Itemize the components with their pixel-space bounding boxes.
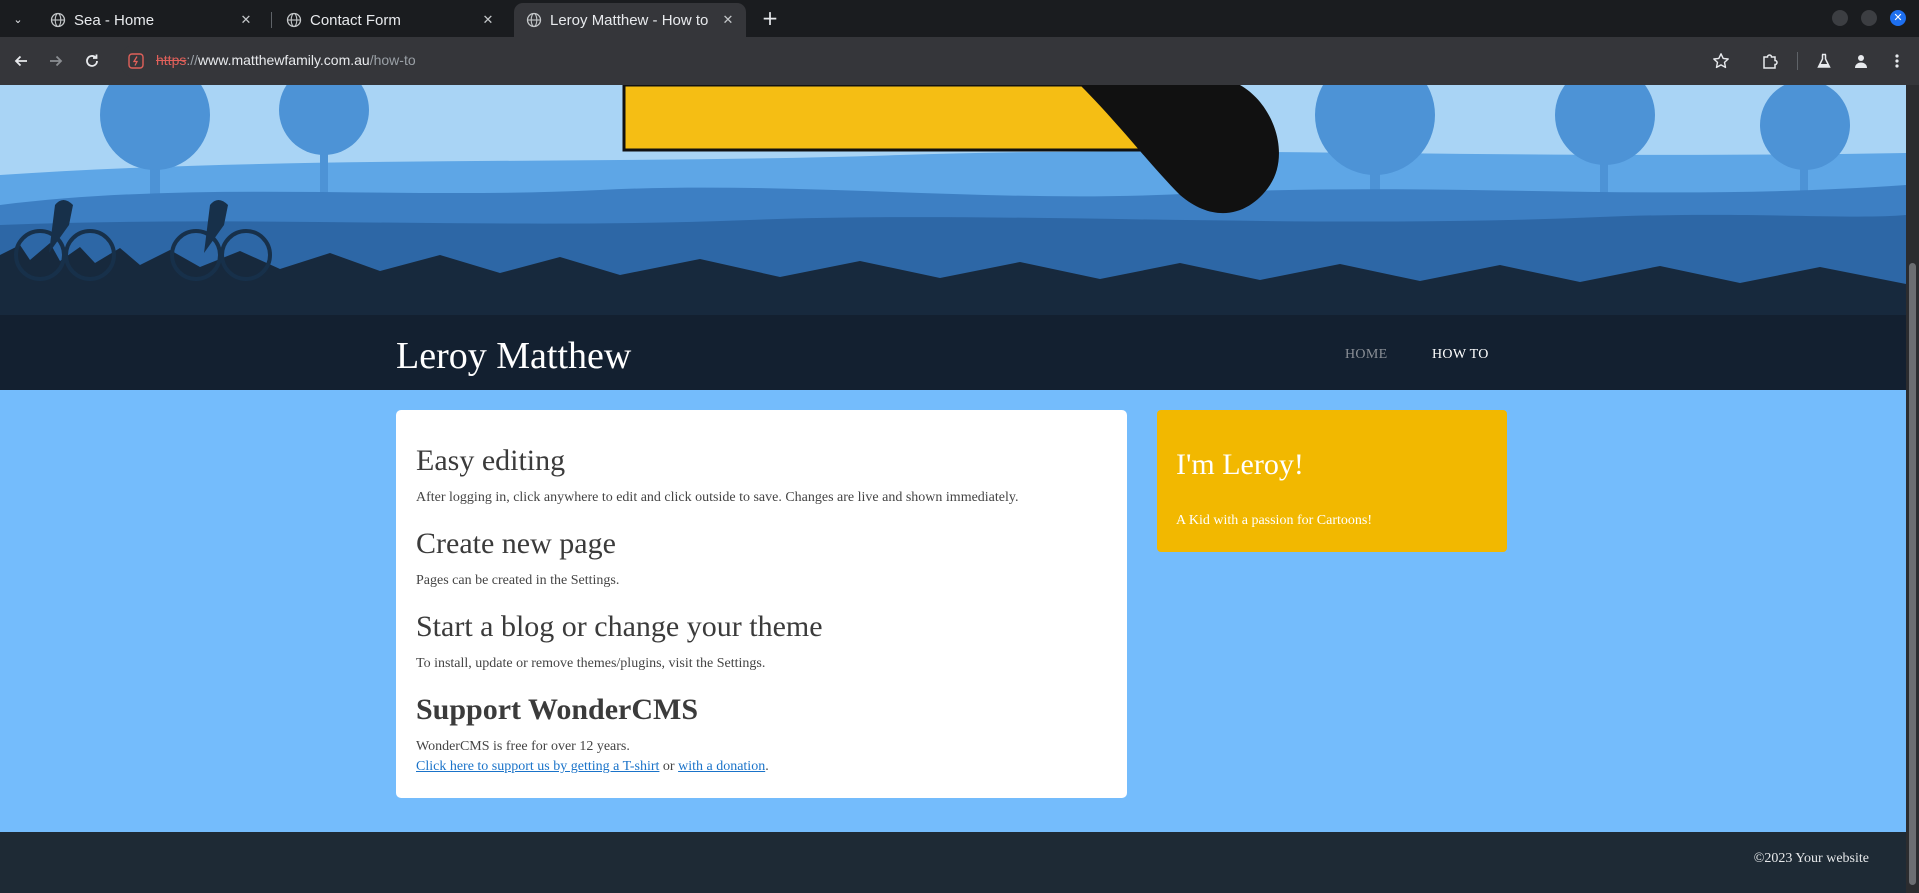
scrollbar-thumb[interactable] [1909, 263, 1916, 885]
bookmark-star-icon[interactable] [1709, 49, 1733, 73]
sidebar-heading: I'm Leroy! [1176, 448, 1304, 481]
header-banner [0, 85, 1906, 390]
section-heading: Create new page [416, 527, 616, 560]
page-scrollbar[interactable] [1906, 85, 1919, 893]
tab-title: Sea - Home [74, 11, 155, 29]
section-heading: Start a blog or change your theme [416, 610, 823, 643]
toolbar-divider [1797, 52, 1798, 70]
profile-avatar-icon[interactable] [1849, 49, 1873, 73]
support-line-or: or [659, 759, 679, 774]
tab-leroy-how-to[interactable]: Leroy Matthew - How to ✕ [514, 3, 746, 37]
url-host: www.matthewfamily.com.au [198, 52, 370, 68]
section-text: WonderCMS is free for over 12 years. [416, 739, 630, 754]
url-path: /how-to [369, 52, 416, 68]
site-title[interactable]: Leroy Matthew [396, 334, 631, 378]
globe-icon [286, 12, 302, 28]
section-heading: Easy editing [416, 444, 566, 477]
footer-copyright: ©2023 Your website [1753, 851, 1869, 866]
cyclists-landscape-illustration [0, 85, 1906, 390]
section-heading: Support WonderCMS [416, 693, 699, 726]
close-window-button[interactable]: ✕ [1890, 10, 1906, 26]
globe-icon [526, 12, 542, 28]
tab-contact-form[interactable]: Contact Form ✕ [274, 3, 506, 37]
maximize-window-button[interactable] [1861, 10, 1877, 26]
section-text: After logging in, click anywhere to edit… [416, 490, 1019, 505]
new-tab-plus-icon[interactable]: + [758, 8, 782, 30]
support-line: Click here to support us by getting a T-… [416, 759, 769, 775]
section-text: Pages can be created in the Settings. [416, 573, 620, 588]
close-tab-icon[interactable]: ✕ [236, 10, 256, 30]
not-secure-icon[interactable] [128, 53, 144, 69]
labs-flask-icon[interactable] [1812, 49, 1836, 73]
close-tab-icon[interactable]: ✕ [718, 10, 738, 30]
kebab-menu-icon[interactable] [1885, 49, 1909, 73]
sidebar-box: I'm Leroy! A Kid with a passion for Cart… [1157, 410, 1507, 552]
extensions-puzzle-icon[interactable] [1758, 49, 1782, 73]
section-text: To install, update or remove themes/plug… [416, 656, 766, 671]
sidebar-text: A Kid with a passion for Cartoons! [1176, 513, 1372, 528]
donation-link[interactable]: with a donation [678, 759, 765, 774]
tab-title: Leroy Matthew - How to [550, 11, 709, 29]
nav-link-home[interactable]: HOME [1345, 347, 1387, 363]
browser-tab-strip: ⌄ Sea - Home ✕ Contact Form ✕ Leroy Matt… [0, 0, 1919, 37]
url-separator: :// [186, 52, 199, 68]
globe-icon [50, 12, 66, 28]
support-line-period: . [765, 759, 769, 774]
reload-icon[interactable] [80, 49, 104, 73]
page-footer: ©2023 Your website [0, 832, 1906, 893]
forward-arrow-icon[interactable] [44, 49, 68, 73]
back-arrow-icon[interactable] [9, 49, 33, 73]
address-bar[interactable]: https://www.matthewfamily.com.au/how-to [120, 44, 1776, 78]
nav-link-how-to[interactable]: HOW TO [1432, 347, 1489, 363]
main-content-card: Easy editing After logging in, click any… [396, 410, 1127, 798]
url-text[interactable]: https://www.matthewfamily.com.au/how-to [156, 52, 416, 68]
tab-divider [271, 12, 272, 28]
tab-search-chevron-icon[interactable]: ⌄ [6, 7, 30, 31]
close-tab-icon[interactable]: ✕ [478, 10, 498, 30]
minimize-window-button[interactable] [1832, 10, 1848, 26]
tab-title: Contact Form [310, 11, 401, 29]
url-scheme: https [156, 52, 187, 68]
tshirt-support-link[interactable]: Click here to support us by getting a T-… [416, 759, 659, 774]
tab-sea-home[interactable]: Sea - Home ✕ [38, 3, 264, 37]
page-viewport: Leroy Matthew HOME HOW TO Easy editing A… [0, 85, 1906, 893]
browser-toolbar: https://www.matthewfamily.com.au/how-to [0, 37, 1919, 85]
